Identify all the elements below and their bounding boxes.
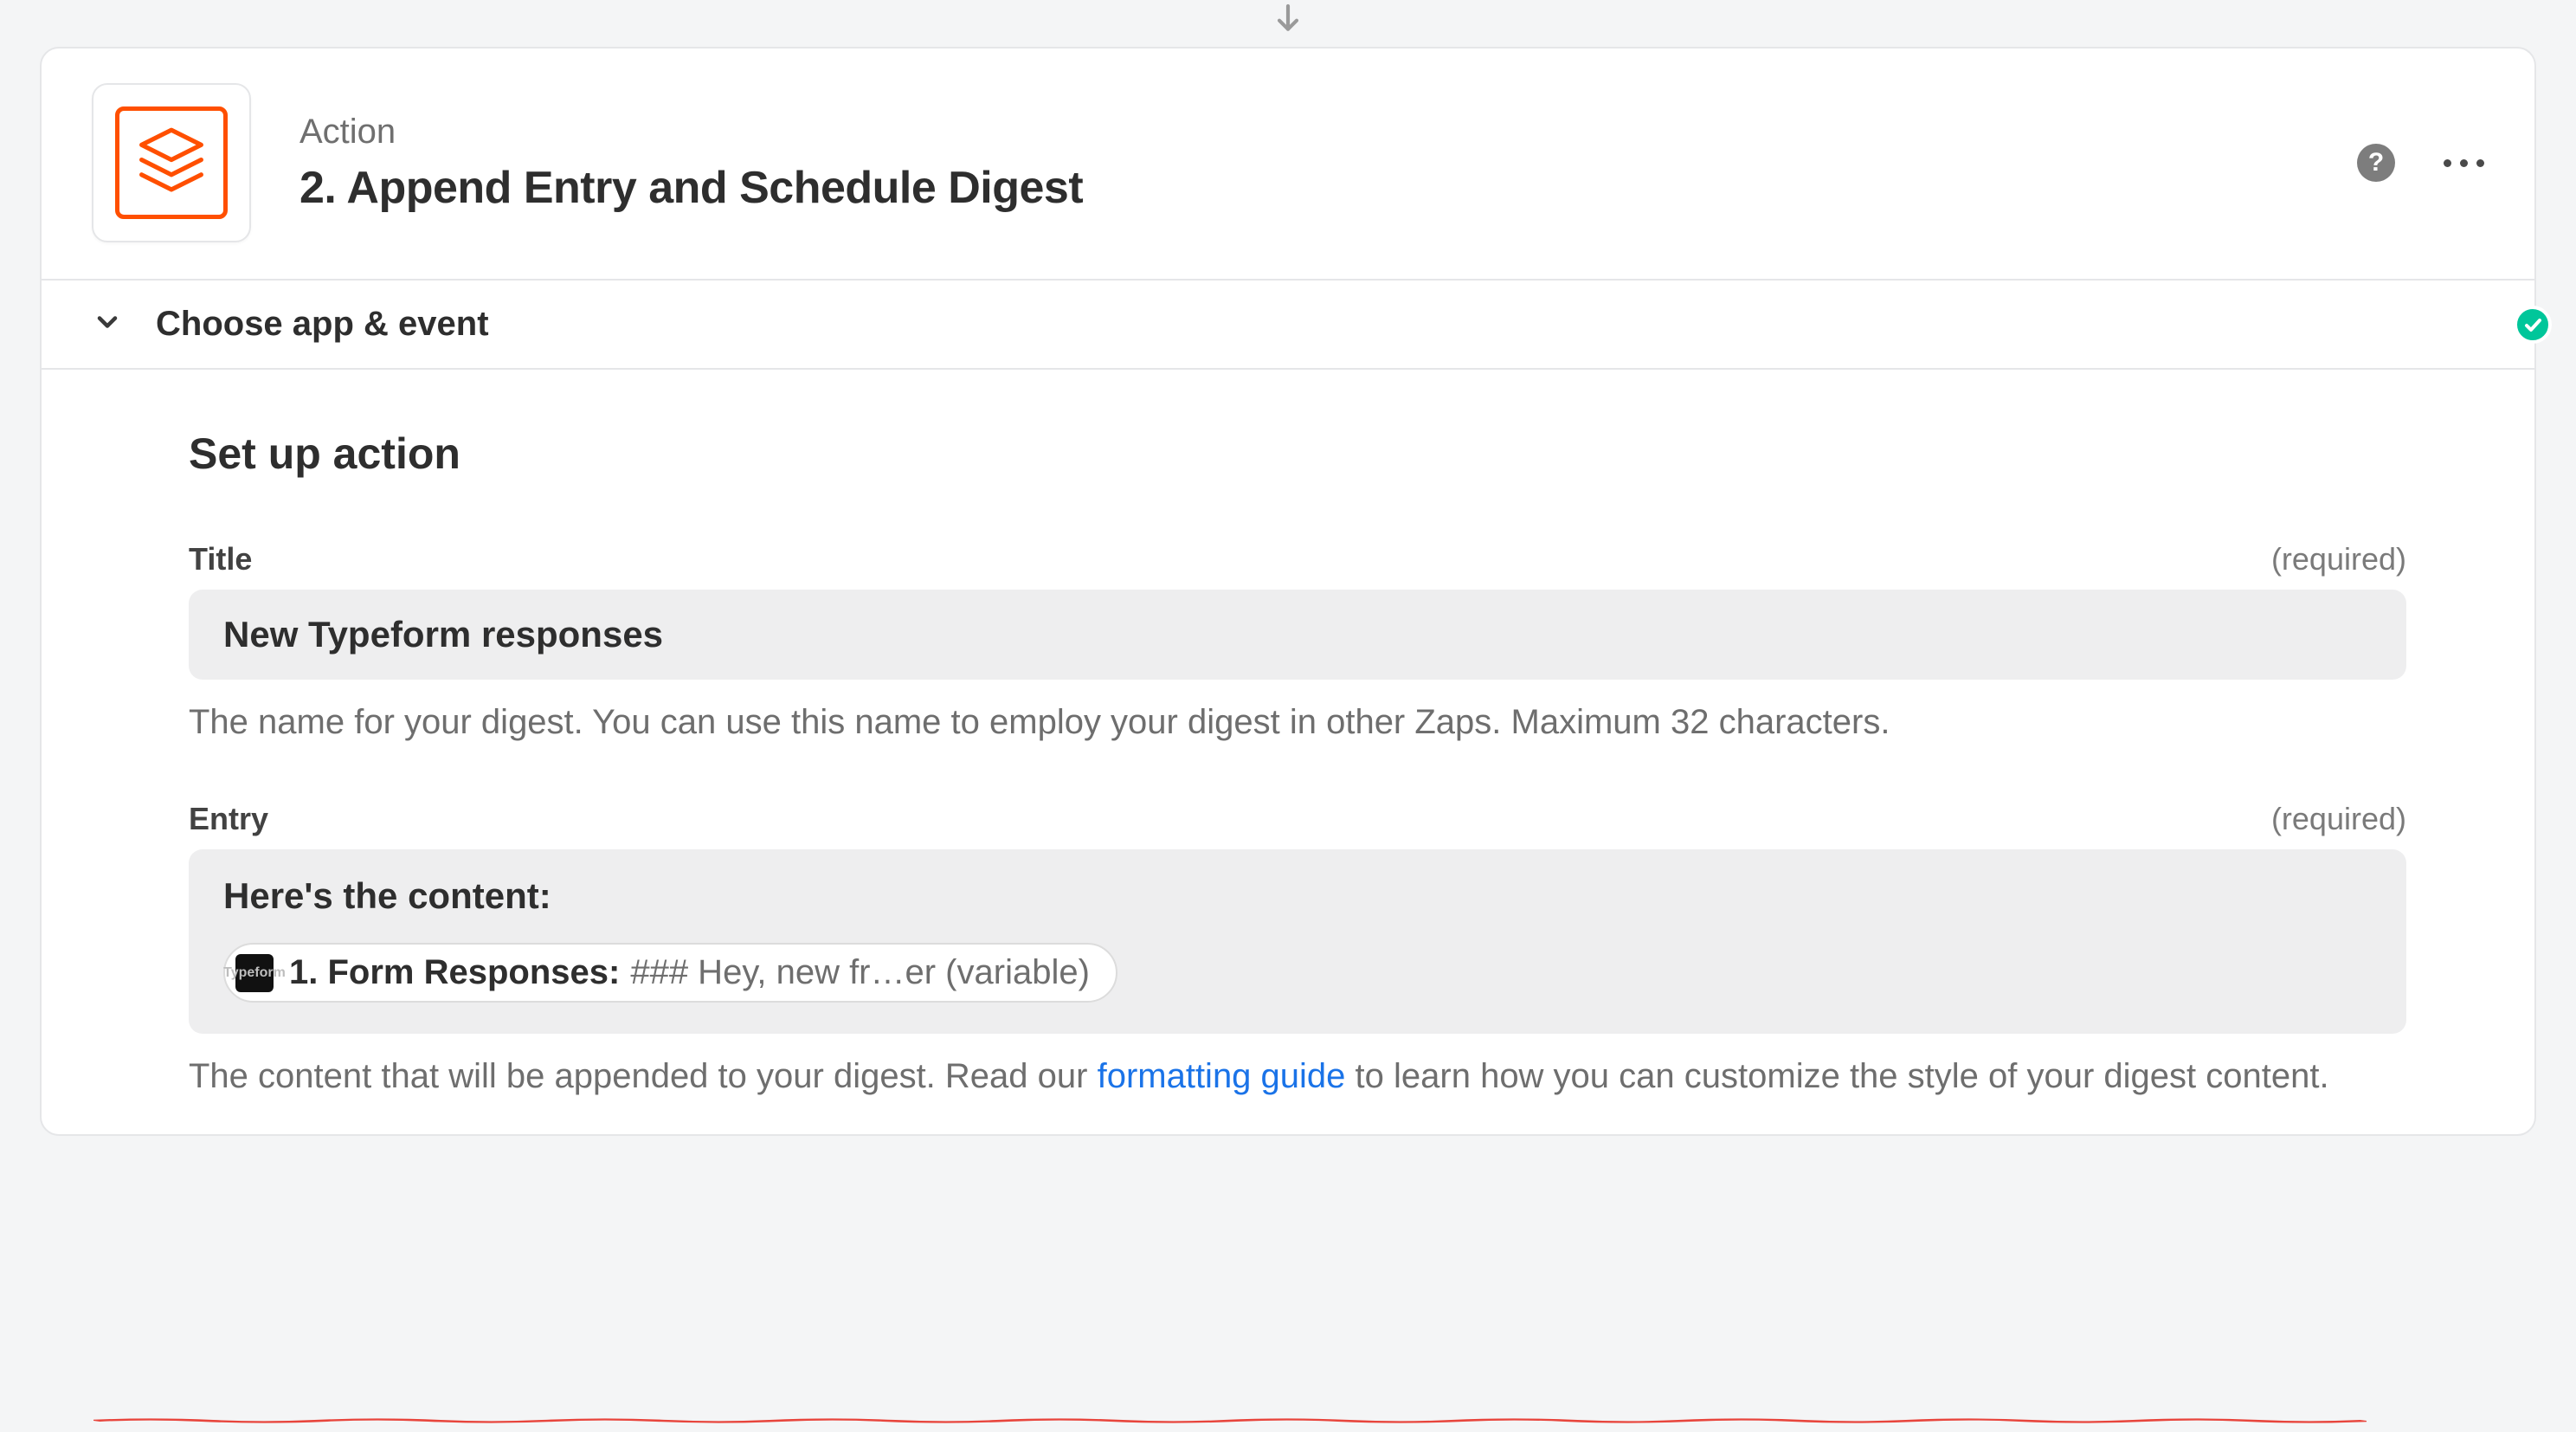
action-kicker: Action	[299, 113, 2357, 152]
action-title[interactable]: 2. Append Entry and Schedule Digest	[299, 162, 2357, 214]
flow-arrow-down-icon	[1271, 2, 1305, 41]
pill-step-label: 1. Form Responses:	[289, 953, 620, 992]
setup-action-heading: Set up action	[189, 429, 2406, 479]
entry-field-label: Entry	[189, 801, 268, 837]
action-header: Action 2. Append Entry and Schedule Dige…	[42, 48, 2534, 279]
formatting-guide-link[interactable]: formatting guide	[1098, 1057, 1346, 1095]
title-required-indicator: (required)	[2271, 541, 2406, 577]
title-input[interactable]: New Typeform responses	[189, 590, 2406, 680]
title-input-value: New Typeform responses	[223, 614, 663, 655]
chevron-down-icon	[92, 306, 123, 342]
entry-help-text-1: The content that will be appended to you…	[189, 1057, 1098, 1095]
action-step-card: Action 2. Append Entry and Schedule Dige…	[40, 47, 2536, 1136]
more-menu-icon[interactable]	[2444, 159, 2484, 167]
setup-action-body: Set up action Title (required) New Typef…	[42, 370, 2534, 1134]
digest-app-icon	[115, 106, 228, 219]
title-help-text: The name for your digest. You can use th…	[189, 699, 2406, 745]
section-choose-app-event[interactable]: Choose app & event	[42, 279, 2534, 370]
entry-required-indicator: (required)	[2271, 801, 2406, 837]
app-icon-container	[92, 83, 251, 242]
entry-input[interactable]: Here's the content: Typeform 1. Form Res…	[189, 849, 2406, 1034]
section-label: Choose app & event	[156, 305, 489, 344]
entry-variable-pill[interactable]: Typeform 1. Form Responses: ### Hey, new…	[223, 943, 1117, 1003]
entry-lead-text: Here's the content:	[223, 875, 2372, 917]
title-field-label: Title	[189, 541, 252, 577]
entry-help-text-2: to learn how you can customize the style…	[1345, 1057, 2328, 1095]
spellcheck-underline	[93, 1390, 2367, 1396]
pill-preview-text: ### Hey, new fr…er (variable)	[630, 953, 1090, 992]
typeform-app-icon: Typeform	[235, 954, 274, 992]
entry-help-text: The content that will be appended to you…	[189, 1053, 2406, 1100]
section-complete-check-icon	[2514, 306, 2552, 344]
help-icon[interactable]: ?	[2357, 144, 2395, 182]
